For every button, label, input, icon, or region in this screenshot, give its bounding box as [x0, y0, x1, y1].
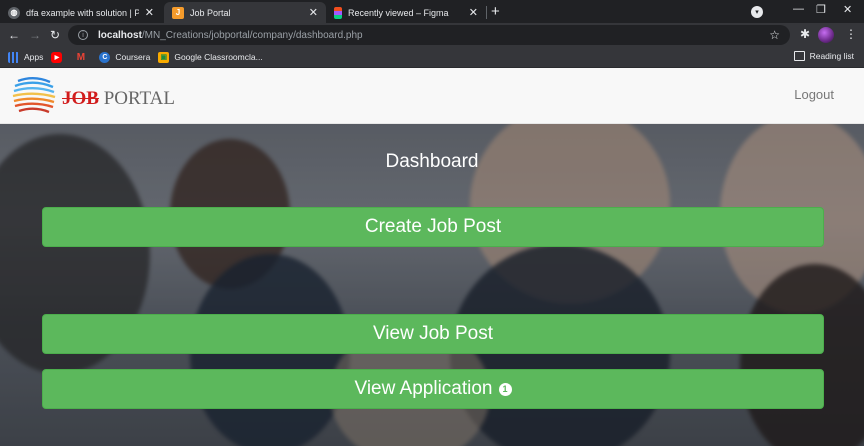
tab-title: Recently viewed – Figma	[348, 7, 449, 18]
bookmark-label: Google Classroomcla...	[174, 52, 263, 62]
bookmark-label: Apps	[24, 52, 44, 62]
menu-kebab-icon[interactable]: ⋮	[845, 27, 857, 41]
site-logo[interactable]: JOB PORTAL	[62, 88, 175, 110]
browser-tabstrip: ◍ dfa example with solution | Part-2 | ✕…	[0, 0, 864, 23]
close-icon[interactable]: ✕	[469, 6, 478, 19]
extensions-puzzle-icon[interactable]: ✱	[800, 27, 810, 41]
window-close-icon[interactable]: ✕	[843, 3, 852, 16]
logo-job-text: JOB	[62, 88, 99, 109]
bookmark-youtube[interactable]: ▶	[51, 51, 67, 63]
site-header: JOB PORTAL Logout	[0, 68, 864, 124]
youtube-icon: ▶	[51, 51, 63, 63]
reload-icon[interactable]: ↻	[50, 27, 60, 43]
gmail-icon: M	[76, 51, 86, 63]
bookmark-google-classroom[interactable]: ▣ Google Classroomcla...	[158, 51, 263, 63]
bookmark-gmail[interactable]: M	[75, 52, 91, 63]
new-tab-button[interactable]: +	[491, 3, 500, 20]
tab-figma[interactable]: Recently viewed – Figma ✕	[326, 2, 486, 23]
apps-grid-icon	[8, 51, 19, 63]
bookmark-label: Coursera	[115, 52, 151, 62]
reading-list-label: Reading list	[809, 51, 854, 61]
tab-title: dfa example with solution | Part-2 |	[26, 7, 139, 18]
button-label: View Job Post	[372, 323, 494, 344]
bookmark-star-icon[interactable]: ☆	[769, 28, 780, 42]
tab-separator	[486, 6, 487, 19]
bookmark-apps[interactable]: Apps	[8, 51, 44, 63]
bookmark-coursera[interactable]: C Coursera	[99, 51, 151, 63]
view-application-button[interactable]: View Application 1	[42, 369, 824, 409]
dashboard-hero: Dashboard Create Job Post View Job Post …	[0, 124, 864, 446]
logo-portal-text: PORTAL	[98, 88, 175, 109]
globe-icon: ◍	[8, 6, 20, 19]
button-label: View Application	[354, 378, 493, 399]
tab-search-icon[interactable]: ▾	[751, 6, 763, 18]
view-job-post-button[interactable]: View Job Post	[42, 314, 824, 354]
minimize-icon[interactable]: —	[793, 3, 804, 15]
logout-link[interactable]: Logout	[794, 87, 834, 102]
tab-title: Job Portal	[190, 7, 231, 18]
logo-globe-icon	[12, 77, 56, 114]
google-classroom-icon: ▣	[158, 51, 170, 63]
close-icon[interactable]: ✕	[309, 6, 318, 19]
job-portal-favicon: J	[172, 6, 184, 19]
restore-icon[interactable]: ❐	[816, 3, 826, 16]
browser-toolbar: ← → ↻ i localhost/MN_Creations/jobportal…	[0, 23, 864, 47]
close-icon[interactable]: ✕	[145, 6, 154, 19]
address-bar[interactable]: i localhost/MN_Creations/jobportal/compa…	[68, 25, 790, 45]
application-count-badge: 1	[498, 382, 512, 396]
forward-arrow-icon[interactable]: →	[29, 27, 41, 43]
reading-list-button[interactable]: Reading list	[793, 51, 854, 61]
back-arrow-icon[interactable]: ←	[8, 27, 20, 43]
figma-icon	[334, 6, 342, 19]
tab-dfa-example[interactable]: ◍ dfa example with solution | Part-2 | ✕	[0, 2, 162, 23]
url-host: localhost	[98, 29, 142, 41]
profile-avatar[interactable]	[818, 27, 834, 43]
reading-list-icon	[793, 51, 805, 61]
create-job-post-button[interactable]: Create Job Post	[42, 207, 824, 247]
site-info-icon[interactable]: i	[78, 30, 88, 40]
tab-job-portal[interactable]: J Job Portal ✕	[164, 2, 326, 23]
page-title: Dashboard	[385, 151, 479, 172]
coursera-icon: C	[99, 51, 111, 63]
bookmarks-bar: Apps ▶ M C Coursera ▣ Google Classroomcl…	[0, 47, 864, 68]
button-label: Create Job Post	[364, 216, 502, 237]
url-path: /MN_Creations/jobportal/company/dashboar…	[141, 29, 363, 41]
